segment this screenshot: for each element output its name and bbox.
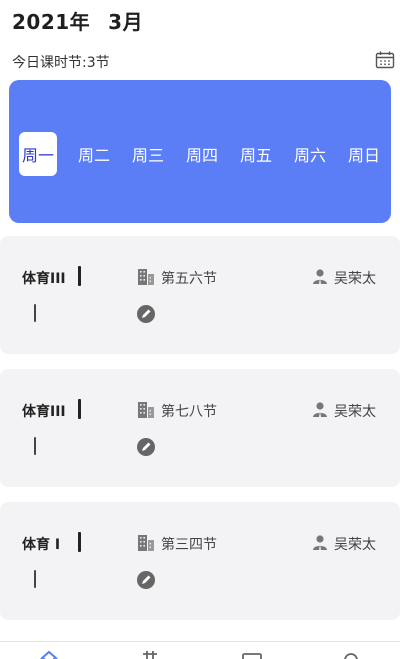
course-name: 体育III	[22, 404, 66, 420]
calendar-icon	[375, 51, 395, 69]
day-tab-wed[interactable]: 周三	[129, 132, 167, 176]
building-icon	[138, 269, 154, 285]
profile-icon[interactable]	[340, 650, 362, 659]
divider-bar	[78, 532, 81, 552]
grid-icon[interactable]	[139, 650, 161, 659]
course-card[interactable]: 体育III 第五六节 吴荣太	[0, 236, 400, 354]
user-icon	[313, 269, 327, 284]
course-card[interactable]: 体育III 第七八节 吴荣太	[0, 369, 400, 487]
day-tab-mon[interactable]: 周一	[19, 132, 57, 176]
user-icon	[313, 535, 327, 550]
divider-bar	[34, 570, 36, 588]
home-icon[interactable]	[38, 650, 60, 659]
pencil-circle-icon	[137, 305, 155, 323]
divider-bar	[34, 437, 36, 455]
divider-bar	[78, 399, 81, 419]
day-tab-fri[interactable]: 周五	[237, 132, 275, 176]
tabbar-divider	[0, 641, 400, 642]
course-name: 体育 I	[22, 537, 61, 553]
divider-bar	[78, 266, 81, 286]
course-name: 体育III	[22, 271, 66, 287]
day-tab-sun[interactable]: 周日	[345, 132, 383, 176]
today-lesson-count: 今日课时节:3节	[12, 55, 110, 71]
session-label: 第五六节	[161, 271, 217, 287]
pencil-circle-icon	[137, 438, 155, 456]
session-label: 第三四节	[161, 537, 217, 553]
year-label: 2021年	[12, 10, 91, 34]
day-tab-tue[interactable]: 周二	[75, 132, 113, 176]
course-card[interactable]: 体育 I 第三四节 吴荣太	[0, 502, 400, 620]
week-selector: 周一 周二 周三 周四 周五 周六 周日	[9, 80, 391, 223]
day-tab-thu[interactable]: 周四	[183, 132, 221, 176]
teacher-name: 吴荣太	[334, 537, 376, 553]
pencil-circle-icon	[137, 571, 155, 589]
building-icon	[138, 402, 154, 418]
session-label: 第七八节	[161, 404, 217, 420]
month-label: 3月	[108, 10, 144, 34]
teacher-name: 吴荣太	[334, 404, 376, 420]
day-tab-sat[interactable]: 周六	[291, 132, 329, 176]
page-title: 2021年 3月	[12, 6, 143, 35]
teacher-name: 吴荣太	[334, 271, 376, 287]
calendar-icon[interactable]	[241, 650, 263, 659]
calendar-button[interactable]	[375, 51, 395, 69]
divider-bar	[34, 304, 36, 322]
user-icon	[313, 402, 327, 417]
building-icon	[138, 535, 154, 551]
